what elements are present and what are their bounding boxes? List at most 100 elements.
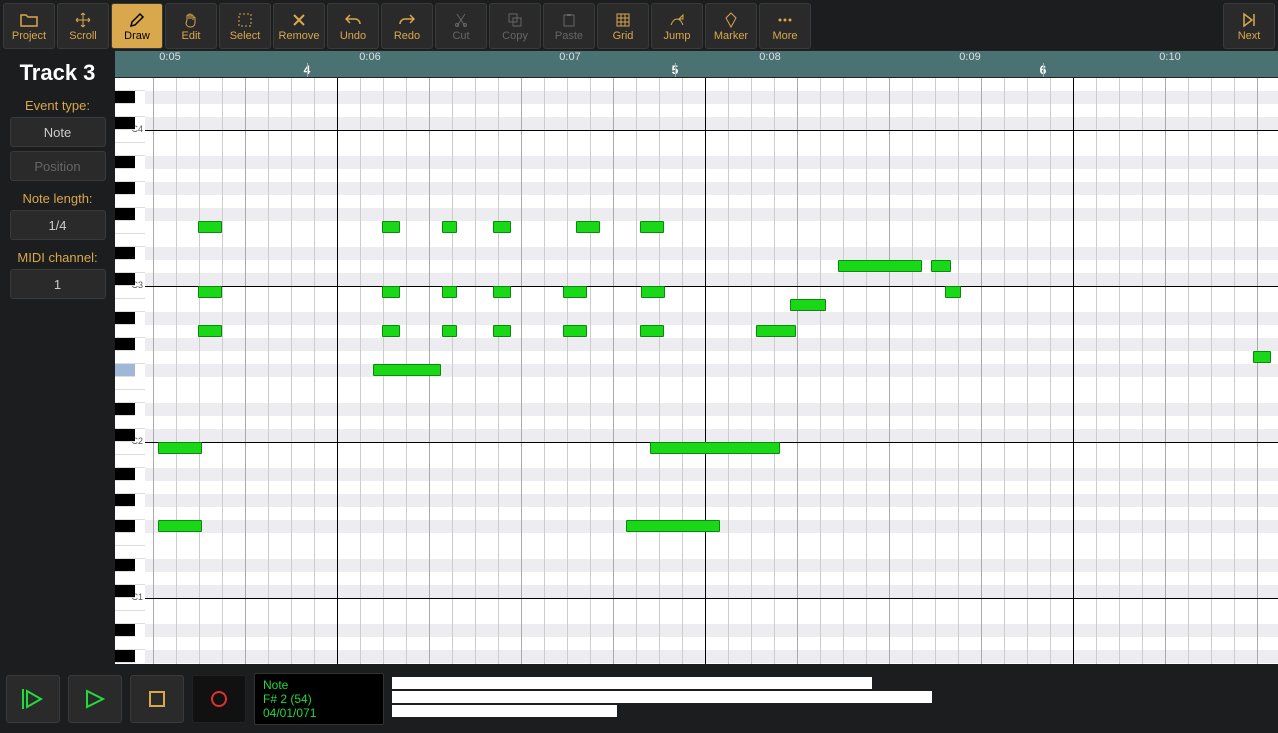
- piano-keys[interactable]: C4C3C2C1: [115, 78, 145, 664]
- piano-key[interactable]: [115, 117, 135, 130]
- tool-more[interactable]: More: [759, 3, 811, 49]
- midi-note[interactable]: [790, 299, 826, 311]
- piano-key[interactable]: [115, 91, 135, 104]
- midi-note[interactable]: [442, 286, 457, 298]
- midi-note[interactable]: [382, 325, 400, 337]
- note-grid[interactable]: [145, 78, 1278, 664]
- piano-key[interactable]: [115, 624, 135, 637]
- piano-key[interactable]: [115, 143, 145, 156]
- tool-undo[interactable]: Undo: [327, 3, 379, 49]
- tool-select[interactable]: Select: [219, 3, 271, 49]
- piano-key[interactable]: [115, 468, 135, 481]
- next-button[interactable]: Next: [1223, 3, 1275, 49]
- midi-note[interactable]: [641, 286, 665, 298]
- piano-key[interactable]: [115, 156, 135, 169]
- piano-key[interactable]: [115, 169, 145, 182]
- piano-key[interactable]: [115, 338, 135, 351]
- tool-scroll[interactable]: Scroll: [57, 3, 109, 49]
- time-mark: 0:09: [959, 51, 980, 63]
- piano-key[interactable]: [115, 481, 145, 494]
- piano-key[interactable]: [115, 299, 145, 312]
- midi-note[interactable]: [650, 442, 780, 454]
- midi-note[interactable]: [626, 520, 720, 532]
- midi-note[interactable]: [493, 286, 511, 298]
- piano-roll[interactable]: 0:050:060:070:080:090:10456 C4C3C2C1: [115, 50, 1278, 664]
- piano-key[interactable]: [115, 637, 145, 650]
- piano-key[interactable]: [115, 260, 145, 273]
- piano-key[interactable]: [115, 325, 145, 338]
- tool-project[interactable]: Project: [3, 3, 55, 49]
- midi-note[interactable]: [442, 325, 457, 337]
- midi-note[interactable]: [198, 286, 222, 298]
- time-ruler[interactable]: 0:050:060:070:080:090:10456: [115, 50, 1278, 78]
- piano-key[interactable]: [115, 494, 135, 507]
- midi-note[interactable]: [198, 221, 222, 233]
- tool-edit[interactable]: Edit: [165, 3, 217, 49]
- midi-note[interactable]: [158, 520, 202, 532]
- tool-remove[interactable]: Remove: [273, 3, 325, 49]
- play-button[interactable]: [68, 675, 122, 723]
- midi-note[interactable]: [640, 325, 664, 337]
- piano-key[interactable]: [115, 546, 145, 559]
- tool-jump[interactable]: Jump: [651, 3, 703, 49]
- midi-channel-value[interactable]: 1: [10, 269, 106, 299]
- tool-cut[interactable]: Cut: [435, 3, 487, 49]
- midi-note[interactable]: [756, 325, 796, 337]
- piano-key[interactable]: [115, 390, 145, 403]
- piano-key[interactable]: [115, 507, 145, 520]
- tool-marker[interactable]: Marker: [705, 3, 757, 49]
- midi-note[interactable]: [493, 325, 511, 337]
- piano-key[interactable]: [115, 572, 145, 585]
- piano-key[interactable]: [115, 312, 135, 325]
- piano-key[interactable]: [115, 559, 135, 572]
- event-type-note-btn[interactable]: Note: [10, 117, 106, 147]
- piano-key[interactable]: [115, 429, 135, 442]
- piano-key[interactable]: [115, 351, 145, 364]
- piano-key[interactable]: [115, 364, 135, 377]
- midi-note[interactable]: [493, 221, 511, 233]
- midi-note[interactable]: [838, 260, 922, 272]
- piano-key[interactable]: [115, 78, 145, 91]
- midi-note[interactable]: [198, 325, 222, 337]
- piano-key[interactable]: [115, 377, 145, 390]
- tool-paste[interactable]: Paste: [543, 3, 595, 49]
- piano-key[interactable]: [115, 585, 135, 598]
- play-start-button[interactable]: [6, 675, 60, 723]
- record-button[interactable]: [192, 675, 246, 723]
- piano-key[interactable]: [115, 650, 135, 663]
- overview-bars[interactable]: [392, 673, 1272, 725]
- piano-key[interactable]: [115, 104, 145, 117]
- piano-key[interactable]: [115, 221, 145, 234]
- piano-key[interactable]: [115, 533, 145, 546]
- tool-grid[interactable]: Grid: [597, 3, 649, 49]
- note-length-value[interactable]: 1/4: [10, 210, 106, 240]
- midi-note[interactable]: [945, 286, 961, 298]
- piano-key[interactable]: [115, 403, 135, 416]
- midi-note[interactable]: [373, 364, 441, 376]
- piano-key[interactable]: [115, 520, 135, 533]
- piano-key[interactable]: [115, 234, 145, 247]
- tool-copy[interactable]: Copy: [489, 3, 541, 49]
- midi-note[interactable]: [640, 221, 664, 233]
- midi-note[interactable]: [563, 325, 587, 337]
- midi-note[interactable]: [158, 442, 202, 454]
- piano-key[interactable]: [115, 273, 135, 286]
- midi-note[interactable]: [1253, 351, 1271, 363]
- tool-draw[interactable]: Draw: [111, 3, 163, 49]
- midi-note[interactable]: [382, 221, 400, 233]
- midi-note[interactable]: [382, 286, 400, 298]
- midi-note[interactable]: [563, 286, 587, 298]
- tool-redo[interactable]: Redo: [381, 3, 433, 49]
- midi-note[interactable]: [931, 260, 951, 272]
- piano-key[interactable]: [115, 182, 135, 195]
- piano-key[interactable]: [115, 208, 135, 221]
- piano-key[interactable]: [115, 416, 145, 429]
- stop-button[interactable]: [130, 675, 184, 723]
- piano-key[interactable]: [115, 611, 145, 624]
- piano-key[interactable]: [115, 195, 145, 208]
- piano-key[interactable]: [115, 247, 135, 260]
- event-type-position-btn[interactable]: Position: [10, 151, 106, 181]
- midi-note[interactable]: [442, 221, 457, 233]
- piano-key[interactable]: [115, 455, 145, 468]
- midi-note[interactable]: [576, 221, 600, 233]
